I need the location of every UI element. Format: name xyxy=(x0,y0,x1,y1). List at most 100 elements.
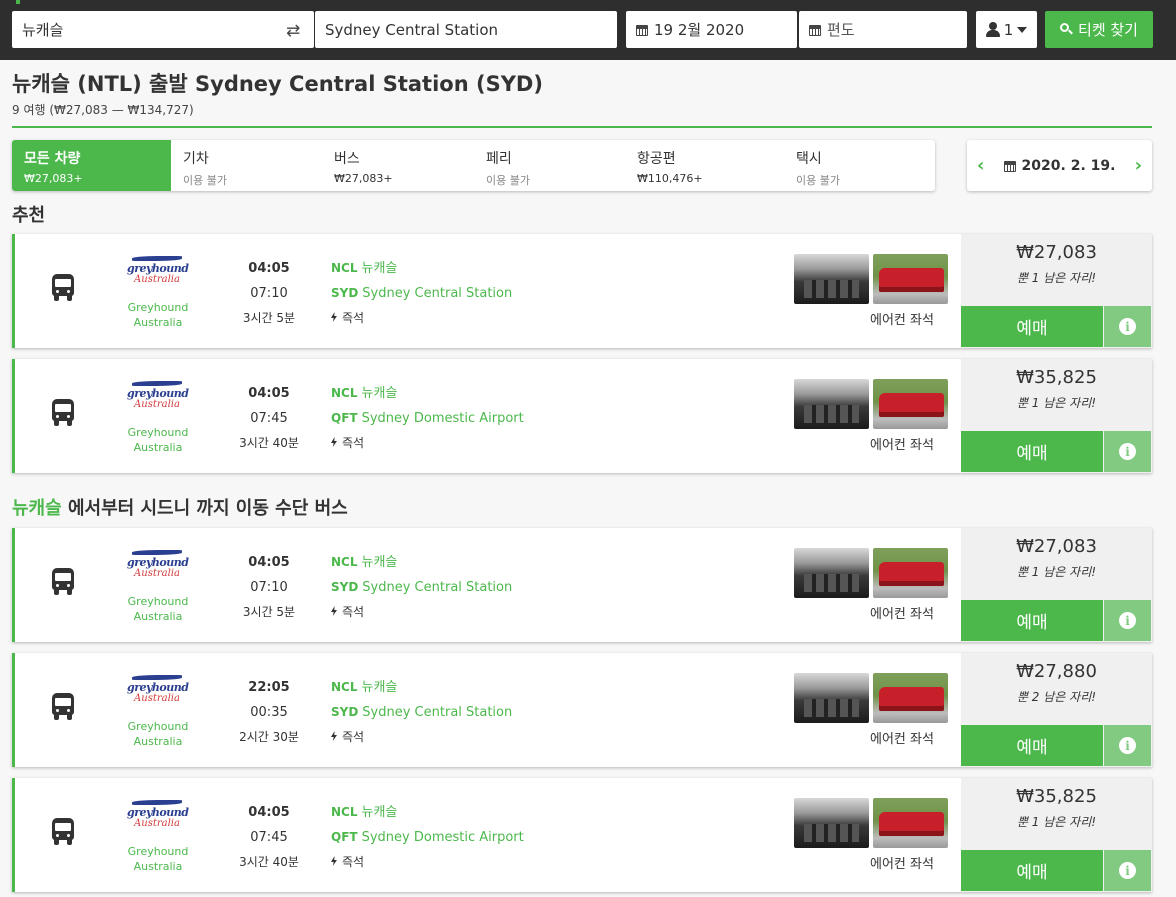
tab-price: 이용 불가 xyxy=(796,174,840,187)
caret-down-icon xyxy=(1017,26,1028,33)
departure-time: 04:05 xyxy=(248,555,290,570)
return-date-input[interactable]: 편도 xyxy=(799,11,967,48)
book-button[interactable]: 예매 xyxy=(961,850,1103,891)
price-panel: ₩35,825 뿐 1 남은 자리! 예매 i xyxy=(961,778,1152,892)
tab-train[interactable]: 기차 이용 불가 xyxy=(171,140,322,191)
chevron-right-icon[interactable]: › xyxy=(1135,155,1142,176)
tab-bus[interactable]: 버스 ₩27,083+ xyxy=(322,140,474,191)
logo-subtitle: Australia xyxy=(134,274,180,285)
info-button[interactable]: i xyxy=(1104,725,1151,766)
info-button[interactable]: i xyxy=(1104,431,1151,472)
from-input[interactable]: 뉴캐슬 xyxy=(12,11,314,48)
info-button[interactable]: i xyxy=(1104,850,1151,891)
origin-code: NCL xyxy=(331,386,358,400)
price-panel: ₩35,825 뿐 1 남은 자리! 예매 i xyxy=(961,359,1152,473)
book-button[interactable]: 예매 xyxy=(961,725,1103,766)
bus-exterior-photo[interactable] xyxy=(873,379,948,429)
passenger-select[interactable]: 1 xyxy=(976,11,1037,48)
bus-icon xyxy=(50,274,76,302)
tab-flight[interactable]: 항공편 ₩110,476+ xyxy=(625,140,784,191)
find-tickets-button[interactable]: 티켓 찾기 xyxy=(1045,11,1153,48)
info-icon: i xyxy=(1119,612,1136,629)
chevron-left-icon[interactable]: ‹ xyxy=(977,155,984,176)
tab-taxi[interactable]: 택시 이용 불가 xyxy=(784,140,935,191)
passenger-count: 1 xyxy=(1003,20,1014,39)
bolt-icon xyxy=(331,606,337,616)
arrival-time: 07:45 xyxy=(250,830,288,845)
destination-name: Sydney Central Station xyxy=(362,580,513,595)
trip-card[interactable]: greyhound Australia Greyhound Australia … xyxy=(12,234,1152,348)
to-value: Sydney Central Station xyxy=(325,20,499,39)
operator-logo: greyhound Australia xyxy=(127,550,189,579)
date-input[interactable]: 19 2월 2020 xyxy=(626,11,797,48)
bolt-icon xyxy=(331,856,337,866)
book-button[interactable]: 예매 xyxy=(961,600,1103,641)
book-button[interactable]: 예매 xyxy=(961,306,1103,347)
bus-interior-photo[interactable] xyxy=(794,673,869,723)
trip-stops: NCL 뉴캐슬 QFT Sydney Domestic Airport 즉석 xyxy=(331,381,524,456)
operator-name: Greyhound Australia xyxy=(127,845,189,873)
to-input[interactable]: Sydney Central Station xyxy=(315,11,617,48)
tab-price: ₩27,083+ xyxy=(24,172,83,185)
bus-exterior-photo[interactable] xyxy=(873,548,948,598)
info-icon: i xyxy=(1119,318,1136,335)
instant-label: 즉석 xyxy=(342,436,365,450)
greyhound-dog-icon xyxy=(132,550,182,555)
origin-code: NCL xyxy=(331,680,358,694)
tab-label: 페리 xyxy=(486,151,512,167)
search-bar: 뉴캐슬 ⇄ Sydney Central Station 19 2월 2020 … xyxy=(0,0,1176,60)
instant-label: 즉석 xyxy=(342,605,365,619)
bus-interior-photo[interactable] xyxy=(794,254,869,304)
info-icon: i xyxy=(1119,737,1136,754)
trip-times: 04:05 07:45 3시간 40분 xyxy=(225,381,313,456)
calendar-icon xyxy=(636,23,648,36)
seats-left: 뿐 1 남은 자리! xyxy=(1016,271,1097,285)
bus-heading-rest: 에서부터 시드니 까지 이동 수단 버스 xyxy=(61,498,348,519)
page-title: 뉴캐슬 (NTL) 출발 Sydney Central Station (SYD… xyxy=(12,72,543,96)
destination-code: SYD xyxy=(331,580,359,594)
arrival-time: 07:10 xyxy=(250,580,288,595)
current-date[interactable]: 2020. 2. 19. xyxy=(1003,157,1116,174)
info-button[interactable]: i xyxy=(1104,600,1151,641)
info-button[interactable]: i xyxy=(1104,306,1151,347)
bus-exterior-photo[interactable] xyxy=(873,798,948,848)
instant-label: 즉석 xyxy=(342,855,365,869)
trip-stops: NCL 뉴캐슬 SYD Sydney Central Station 즉석 xyxy=(331,256,512,331)
trip-card[interactable]: greyhound Australia Greyhound Australia … xyxy=(12,653,1152,767)
origin-name: 뉴캐슬 xyxy=(361,555,398,570)
amenity-label: 에어컨 좌석 xyxy=(870,313,934,328)
bus-icon xyxy=(50,693,76,721)
origin-code: NCL xyxy=(331,261,358,275)
tab-label: 택시 xyxy=(796,151,822,167)
bus-icon xyxy=(50,568,76,596)
amenity-label: 에어컨 좌석 xyxy=(870,732,934,747)
trip-times: 22:05 00:35 2시간 30분 xyxy=(225,675,313,750)
bus-interior-photo[interactable] xyxy=(794,548,869,598)
info-icon: i xyxy=(1119,443,1136,460)
tab-label: 기차 xyxy=(183,151,209,167)
trip-card[interactable]: greyhound Australia Greyhound Australia … xyxy=(12,528,1152,642)
book-button[interactable]: 예매 xyxy=(961,431,1103,472)
trip-card[interactable]: greyhound Australia Greyhound Australia … xyxy=(12,359,1152,473)
greyhound-dog-icon xyxy=(132,256,182,261)
logo-subtitle: Australia xyxy=(134,399,180,410)
current-date-value: 2020. 2. 19. xyxy=(1021,157,1116,174)
tab-ferry[interactable]: 페리 이용 불가 xyxy=(474,140,625,191)
departure-time: 04:05 xyxy=(248,261,290,276)
bus-exterior-photo[interactable] xyxy=(873,673,948,723)
operator-logo: greyhound Australia xyxy=(127,256,189,285)
divider xyxy=(12,126,1152,128)
bus-icon xyxy=(50,399,76,427)
trip-times: 04:05 07:45 3시간 40분 xyxy=(225,800,313,875)
seats-left: 뿐 1 남은 자리! xyxy=(1016,815,1097,829)
trip-price: ₩35,825 xyxy=(1016,367,1097,388)
trip-card[interactable]: greyhound Australia Greyhound Australia … xyxy=(12,778,1152,892)
bus-interior-photo[interactable] xyxy=(794,798,869,848)
from-value: 뉴캐슬 xyxy=(22,21,64,39)
destination-name: Sydney Central Station xyxy=(362,286,513,301)
departure-time: 22:05 xyxy=(248,680,290,695)
swap-icon[interactable]: ⇄ xyxy=(286,21,300,41)
tab-all-vehicles[interactable]: 모든 차량 ₩27,083+ xyxy=(12,140,171,191)
bus-interior-photo[interactable] xyxy=(794,379,869,429)
bus-exterior-photo[interactable] xyxy=(873,254,948,304)
